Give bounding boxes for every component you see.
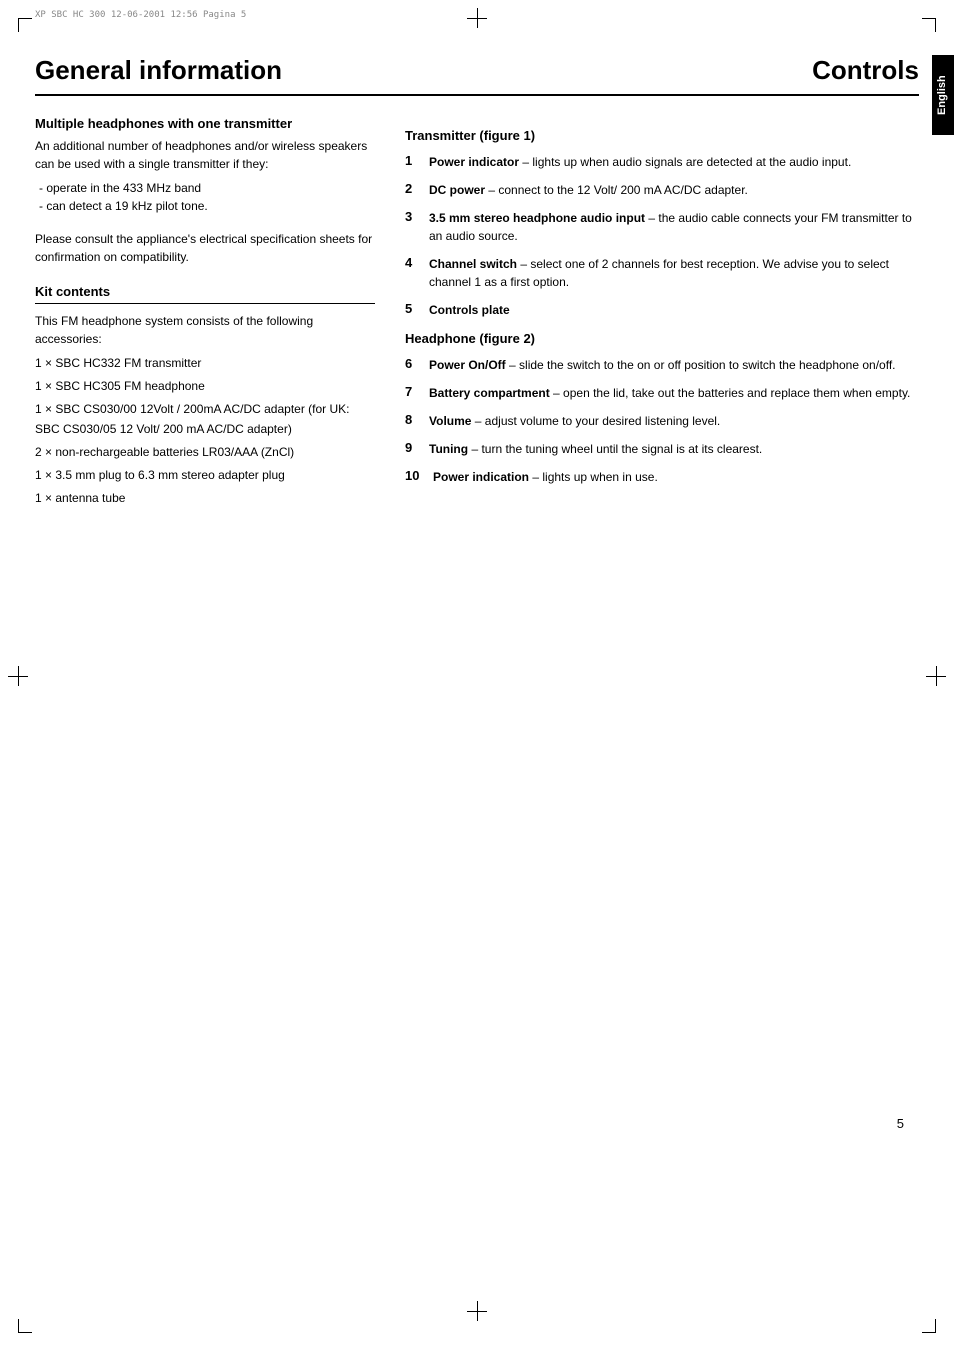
figure2-heading: Headphone (figure 2) xyxy=(405,331,919,346)
right-column: Transmitter (figure 1) 1 Power indicator… xyxy=(405,116,919,512)
corner-mark-top-right xyxy=(922,18,936,32)
item-text-7: – open the lid, take out the batteries a… xyxy=(553,386,910,400)
figure2-item-6: 6 Power On/Off – slide the switch to the… xyxy=(405,356,919,374)
corner-mark-bottom-left xyxy=(18,1319,32,1333)
multiple-headphones-body2: Please consult the appliance's electrica… xyxy=(35,230,375,266)
item-number-2: 2 xyxy=(405,181,429,196)
item-content-10: Power indication – lights up when in use… xyxy=(433,468,919,486)
center-mark-right xyxy=(926,666,946,686)
print-info: XP SBC HC 300 12-06-2001 12:56 Pagina 5 xyxy=(35,10,246,20)
item-content-2: DC power – connect to the 12 Volt/ 200 m… xyxy=(429,181,919,199)
two-column-layout: Multiple headphones with one transmitter… xyxy=(35,116,919,512)
figure1-heading: Transmitter (figure 1) xyxy=(405,128,919,143)
item-content-3: 3.5 mm stereo headphone audio input – th… xyxy=(429,209,919,245)
multiple-headphones-heading: Multiple headphones with one transmitter xyxy=(35,116,375,131)
main-content: General information Controls Multiple he… xyxy=(35,55,919,1151)
figure2-item-10: 10 Power indication – lights up when in … xyxy=(405,468,919,486)
item-label-7: Battery compartment xyxy=(429,386,550,400)
left-column: Multiple headphones with one transmitter… xyxy=(35,116,375,512)
figure1-item-4: 4 Channel switch – select one of 2 chann… xyxy=(405,255,919,291)
language-sidebar: English xyxy=(932,55,954,135)
item-number-3: 3 xyxy=(405,209,429,224)
item-number-5: 5 xyxy=(405,301,429,316)
figure2-item-8: 8 Volume – adjust volume to your desired… xyxy=(405,412,919,430)
item-text-8: – adjust volume to your desired listenin… xyxy=(475,414,720,428)
item-number-6: 6 xyxy=(405,356,429,371)
center-mark-left xyxy=(8,666,28,686)
item-label-6: Power On/Off xyxy=(429,358,506,372)
figure1-item-1: 1 Power indicator – lights up when audio… xyxy=(405,153,919,171)
item-number-9: 9 xyxy=(405,440,429,455)
item-content-7: Battery compartment – open the lid, take… xyxy=(429,384,919,402)
kit-item-0: 1 × SBC HC332 FM transmitter xyxy=(35,354,375,373)
header-left: General information xyxy=(35,55,477,86)
item-label-1: Power indicator xyxy=(429,155,519,169)
item-text-6: – slide the switch to the on or off posi… xyxy=(509,358,895,372)
item-number-10: 10 xyxy=(405,468,433,483)
item-label-8: Volume xyxy=(429,414,471,428)
item-number-1: 1 xyxy=(405,153,429,168)
item-number-7: 7 xyxy=(405,384,429,399)
kit-item-5: 1 × antenna tube xyxy=(35,489,375,508)
item-text-9: – turn the tuning wheel until the signal… xyxy=(471,442,762,456)
item-text-10: – lights up when in use. xyxy=(532,470,657,484)
kit-contents-section: Kit contents This FM headphone system co… xyxy=(35,284,375,508)
item-label-10: Power indication xyxy=(433,470,529,484)
figure1-item-5: 5 Controls plate xyxy=(405,301,919,319)
item-number-4: 4 xyxy=(405,255,429,270)
kit-contents-intro: This FM headphone system consists of the… xyxy=(35,312,375,348)
corner-mark-top-left xyxy=(18,18,32,32)
kit-item-4: 1 × 3.5 mm plug to 6.3 mm stereo adapter… xyxy=(35,466,375,485)
item-label-9: Tuning xyxy=(429,442,468,456)
item-text-2: – connect to the 12 Volt/ 200 mA AC/DC a… xyxy=(488,183,748,197)
item-label-2: DC power xyxy=(429,183,485,197)
item-content-6: Power On/Off – slide the switch to the o… xyxy=(429,356,919,374)
kit-item-2: 1 × SBC CS030/00 12Volt / 200mA AC/DC ad… xyxy=(35,400,375,438)
right-section-title: Controls xyxy=(477,55,919,86)
item-content-1: Power indicator – lights up when audio s… xyxy=(429,153,919,171)
figure1-section: Transmitter (figure 1) 1 Power indicator… xyxy=(405,128,919,319)
figure2-section: Headphone (figure 2) 6 Power On/Off – sl… xyxy=(405,331,919,486)
page-number: 5 xyxy=(897,1116,904,1131)
multiple-headphones-section: Multiple headphones with one transmitter… xyxy=(35,116,375,266)
item-content-4: Channel switch – select one of 2 channel… xyxy=(429,255,919,291)
left-section-title: General information xyxy=(35,55,477,86)
item-content-9: Tuning – turn the tuning wheel until the… xyxy=(429,440,919,458)
item-label-5: Controls plate xyxy=(429,303,510,317)
bullet-1: - operate in the 433 MHz band xyxy=(39,179,375,197)
corner-mark-bottom-right xyxy=(922,1319,936,1333)
figure2-item-7: 7 Battery compartment – open the lid, ta… xyxy=(405,384,919,402)
page-container: XP SBC HC 300 12-06-2001 12:56 Pagina 5 … xyxy=(0,0,954,1351)
kit-items-list: 1 × SBC HC332 FM transmitter 1 × SBC HC3… xyxy=(35,354,375,508)
item-content-5: Controls plate xyxy=(429,301,919,319)
multiple-headphones-body1: An additional number of headphones and/o… xyxy=(35,137,375,173)
item-number-8: 8 xyxy=(405,412,429,427)
center-mark-top xyxy=(467,8,487,28)
header-right: Controls xyxy=(477,55,919,86)
kit-item-3: 2 × non-rechargeable batteries LR03/AAA … xyxy=(35,443,375,462)
kit-contents-heading: Kit contents xyxy=(35,284,375,304)
header-row: General information Controls xyxy=(35,55,919,96)
item-text-1: – lights up when audio signals are detec… xyxy=(522,155,851,169)
figure1-item-2: 2 DC power – connect to the 12 Volt/ 200… xyxy=(405,181,919,199)
bullet-2: - can detect a 19 kHz pilot tone. xyxy=(39,197,375,215)
center-mark-bottom xyxy=(467,1301,487,1321)
figure1-item-3: 3 3.5 mm stereo headphone audio input – … xyxy=(405,209,919,245)
kit-item-1: 1 × SBC HC305 FM headphone xyxy=(35,377,375,396)
figure2-item-9: 9 Tuning – turn the tuning wheel until t… xyxy=(405,440,919,458)
item-content-8: Volume – adjust volume to your desired l… xyxy=(429,412,919,430)
item-label-4: Channel switch xyxy=(429,257,517,271)
